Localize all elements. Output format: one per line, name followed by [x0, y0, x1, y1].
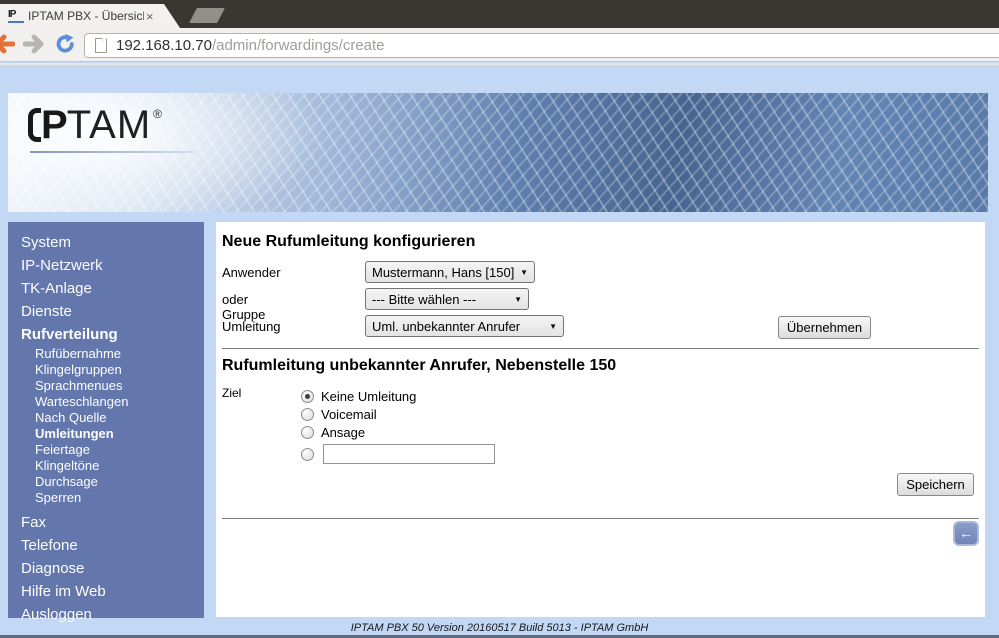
custom-number-radio[interactable] — [301, 448, 314, 461]
sidebar-item-telefone[interactable]: Telefone — [8, 534, 204, 557]
page-document-icon — [95, 38, 107, 53]
sidebar-item-diagnose[interactable]: Diagnose — [8, 557, 204, 580]
back-arrow-icon: ← — [959, 525, 973, 541]
gruppe-select-value: --- Bitte wählen --- — [372, 292, 476, 307]
dropdown-arrow-icon: ▼ — [549, 322, 557, 331]
iptam-banner: P TAM ® — [8, 93, 988, 212]
voicemail-radio[interactable] — [301, 408, 314, 421]
forward-arrow-icon — [23, 34, 49, 54]
umleitung-select[interactable]: Uml. unbekannter Anrufer ▼ — [365, 315, 564, 337]
section-divider — [222, 348, 979, 349]
tab-title: IPTAM PBX - Übersich — [28, 9, 144, 23]
bottom-divider — [222, 518, 979, 519]
sidebar-nav: SystemIP-NetzwerkTK-AnlageDiensteRufvert… — [8, 222, 204, 618]
toolbar-bottom-strip — [0, 63, 999, 65]
sidebar-item-dienste[interactable]: Dienste — [8, 300, 204, 323]
ziel-label: Ziel — [222, 386, 241, 400]
dropdown-arrow-icon: ▼ — [514, 295, 522, 304]
gruppe-label: oder Gruppe — [222, 292, 265, 322]
umleitung-select-value: Uml. unbekannter Anrufer — [372, 319, 520, 334]
url-host: 192.168.10.70 — [116, 37, 212, 54]
back-arrow-icon — [0, 34, 15, 54]
sidebar-item-system[interactable]: System — [8, 231, 204, 254]
sidebar-item-hilfe-im-web[interactable]: Hilfe im Web — [8, 580, 204, 603]
radio-row-keine-umleitung: Keine Umleitung — [301, 388, 416, 404]
sidebar-item-klingeltöne[interactable]: Klingeltöne — [8, 458, 204, 474]
uebernehmen-button[interactable]: Übernehmen — [778, 316, 871, 339]
ansage-label: Ansage — [321, 425, 365, 440]
sidebar-item-umleitungen[interactable]: Umleitungen — [8, 426, 204, 442]
logo-registered-mark: ® — [153, 107, 162, 121]
address-bar[interactable]: 192.168.10.70/admin/forwardings/create — [84, 33, 999, 58]
navigate-back-button[interactable]: ← — [953, 521, 979, 546]
sidebar-item-klingelgruppen[interactable]: Klingelgruppen — [8, 362, 204, 378]
dropdown-arrow-icon: ▼ — [520, 268, 528, 277]
browser-toolbar: 192.168.10.70/admin/forwardings/create — [0, 28, 999, 62]
anwender-select-value: Mustermann, Hans [150] — [372, 265, 514, 280]
logo-text-tam: TAM — [67, 105, 151, 145]
reload-icon — [53, 34, 79, 54]
voicemail-label: Voicemail — [321, 407, 377, 422]
sidebar-item-rufverteilung[interactable]: Rufverteilung — [8, 323, 204, 346]
gruppe-select[interactable]: --- Bitte wählen --- ▼ — [365, 288, 529, 310]
radio-row-ansage: Ansage — [301, 424, 365, 440]
sidebar-item-durchsage[interactable]: Durchsage — [8, 474, 204, 490]
tab-close-icon[interactable]: × — [146, 10, 154, 23]
section-title: Rufumleitung unbekannter Anrufer, Nebens… — [222, 357, 616, 375]
sidebar-item-fax[interactable]: Fax — [8, 511, 204, 534]
sidebar-item-tk-anlage[interactable]: TK-Anlage — [8, 277, 204, 300]
iptam-favicon-icon: IP — [8, 9, 24, 23]
ansage-radio[interactable] — [301, 426, 314, 439]
radio-row-custom-number — [301, 446, 314, 462]
browser-tab[interactable]: IP IPTAM PBX - Übersich × — [0, 4, 180, 28]
browser-tab-bar: IP IPTAM PBX - Übersich × — [0, 0, 999, 28]
sidebar-item-sprachmenues[interactable]: Sprachmenues — [8, 378, 204, 394]
sidebar-item-feiertage[interactable]: Feiertage — [8, 442, 204, 458]
sidebar-item-sperren[interactable]: Sperren — [8, 490, 204, 506]
new-tab-button[interactable] — [189, 8, 225, 23]
speichern-button[interactable]: Speichern — [897, 473, 974, 496]
anwender-select[interactable]: Mustermann, Hans [150] ▼ — [365, 261, 535, 283]
sidebar-item-rufübernahme[interactable]: Rufübernahme — [8, 346, 204, 362]
keine-umleitung-label: Keine Umleitung — [321, 389, 416, 404]
back-button[interactable] — [0, 34, 15, 54]
reload-button[interactable] — [53, 34, 79, 54]
logo-bracket-shape — [28, 108, 41, 142]
url-path: /admin/forwardings/create — [212, 37, 385, 54]
page-title: Neue Rufumleitung konfigurieren — [222, 233, 475, 251]
anwender-label: Anwender — [222, 265, 281, 280]
forward-button[interactable] — [23, 34, 49, 54]
keine-umleitung-radio[interactable] — [301, 390, 314, 403]
sidebar-item-warteschlangen[interactable]: Warteschlangen — [8, 394, 204, 410]
custom-number-input[interactable] — [323, 444, 495, 464]
sidebar-item-nach-quelle[interactable]: Nach Quelle — [8, 410, 204, 426]
sidebar-item-ip-netzwerk[interactable]: IP-Netzwerk — [8, 254, 204, 277]
main-content: Neue Rufumleitung konfigurieren Anwender… — [216, 222, 985, 617]
footer-version-text: IPTAM PBX 50 Version 20160517 Build 5013… — [0, 622, 999, 634]
radio-row-voicemail: Voicemail — [301, 406, 377, 422]
sidebar-menu: SystemIP-NetzwerkTK-AnlageDiensteRufvert… — [8, 222, 204, 626]
logo-underline — [30, 151, 195, 153]
umleitung-label: Umleitung — [222, 319, 281, 334]
url-text: 192.168.10.70/admin/forwardings/create — [116, 37, 385, 54]
logo-letter-p: P — [41, 105, 67, 145]
iptam-logo: P TAM ® — [28, 105, 162, 145]
